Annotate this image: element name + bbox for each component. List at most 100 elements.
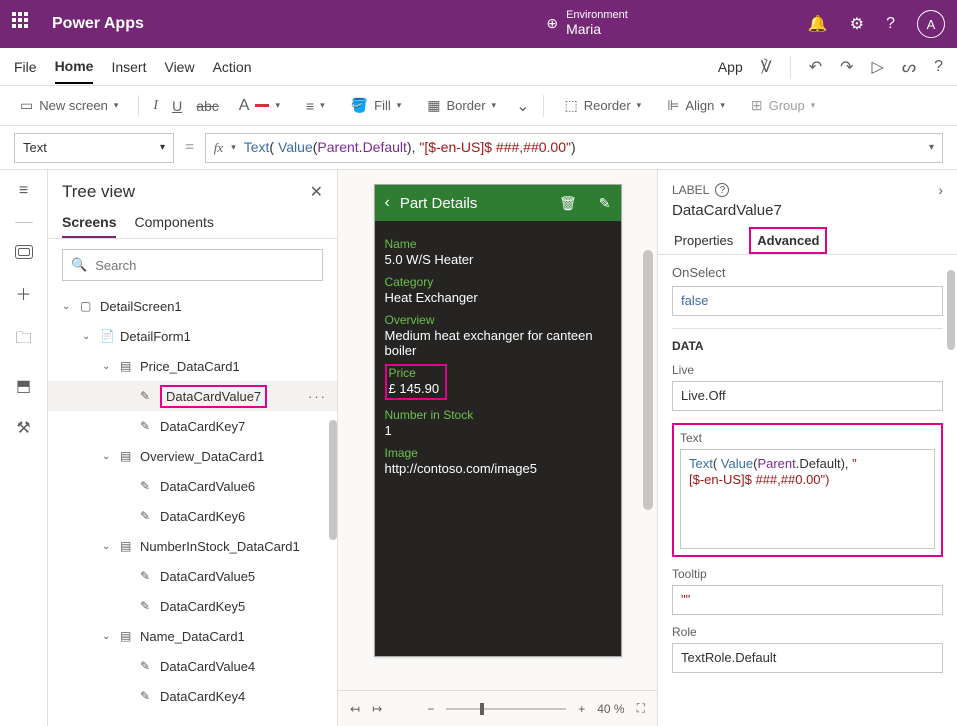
more-format-icon[interactable]: ⌄ [516, 96, 529, 116]
fill-button[interactable]: 🪣Fill▾ [345, 93, 408, 118]
italic-icon[interactable]: I [153, 98, 158, 114]
app-title: Power Apps [52, 15, 144, 33]
formula-input[interactable]: fx ▾ Text( Value(Parent.Default), "[$-en… [205, 133, 943, 163]
help-menu-icon[interactable]: ? [934, 58, 943, 76]
info-icon[interactable]: ? [715, 183, 729, 197]
canvas-scrollbar[interactable] [643, 250, 653, 510]
next-screen-icon[interactable]: ↦ [372, 702, 382, 716]
menu-view[interactable]: View [164, 51, 194, 83]
prev-screen-icon[interactable]: ↤ [350, 702, 360, 716]
prop-input-onselect[interactable]: false [672, 286, 943, 316]
edit-icon[interactable]: ✎ [599, 195, 611, 212]
reorder-button[interactable]: ⬚Reorder▾ [558, 93, 647, 118]
tree-list: ⌄▢DetailScreen1 ⌄📄DetailForm1 ⌄▤Price_Da… [48, 291, 337, 726]
undo-icon[interactable]: ↶ [809, 57, 822, 77]
field-value: £ 145.90 [389, 381, 440, 396]
zoom-value: 40 % [597, 702, 624, 716]
tree-view-title: Tree view [62, 182, 135, 202]
tree-search[interactable]: 🔍 [62, 249, 323, 281]
strike-icon[interactable]: abc [196, 98, 219, 114]
rail-media-icon[interactable]: ⬒ [16, 376, 31, 396]
rail-data-icon[interactable]: 🗀 [15, 327, 31, 354]
menu-insert[interactable]: Insert [111, 51, 146, 83]
new-screen-button[interactable]: ▭ New screen ▾ [14, 93, 124, 118]
tree-node-dcv4[interactable]: ✎DataCardValue4 [48, 651, 337, 681]
zoom-slider[interactable] [446, 708, 566, 710]
group-icon: ⊞ [751, 97, 763, 114]
share-icon[interactable]: ᔕ [902, 57, 916, 77]
app-checker-icon[interactable]: ℣ [761, 57, 772, 77]
field-value: Medium heat exchanger for canteen boiler [385, 328, 611, 358]
menu-home[interactable]: Home [55, 50, 94, 84]
underline-icon[interactable]: U [172, 98, 182, 114]
tree-node-dcv6[interactable]: ✎DataCardValue6 [48, 471, 337, 501]
tab-advanced[interactable]: Advanced [749, 227, 827, 254]
zoom-in-icon[interactable]: + [578, 702, 585, 716]
group-button[interactable]: ⊞Group▾ [745, 93, 821, 118]
tree-node-dck5[interactable]: ✎DataCardKey5 [48, 591, 337, 621]
tree-node-pricecard[interactable]: ⌄▤Price_DataCard1 [48, 351, 337, 381]
rail-tools-icon[interactable]: ⚒ [16, 418, 30, 438]
prop-label-tooltip: Tooltip [672, 567, 943, 581]
tree-node-dck6[interactable]: ✎DataCardKey6 [48, 501, 337, 531]
property-selector[interactable]: Text ▾ [14, 133, 174, 163]
tab-screens[interactable]: Screens [62, 208, 116, 238]
chevron-down-icon: ▾ [160, 142, 165, 153]
tree-scrollbar[interactable] [329, 420, 337, 540]
user-avatar[interactable]: A [917, 10, 945, 38]
tab-components[interactable]: Components [134, 208, 213, 238]
more-icon[interactable]: ··· [308, 389, 327, 404]
chevron-right-icon[interactable]: › [938, 182, 943, 198]
field-label: Price [389, 366, 440, 380]
tab-properties[interactable]: Properties [672, 227, 735, 254]
tree-node-dcv7[interactable]: ✎DataCardValue7··· [48, 381, 337, 411]
menu-bar: File Home Insert View Action App ℣ ↶ ↷ ▷… [0, 48, 957, 86]
prop-input-tooltip[interactable]: "" [672, 585, 943, 615]
props-scrollbar[interactable] [947, 270, 955, 350]
tree-node-dck4[interactable]: ✎DataCardKey4 [48, 681, 337, 711]
prop-input-role[interactable]: TextRole.Default [672, 643, 943, 673]
text-prop-highlight: Text Text( Value(Parent.Default), " [$-e… [672, 423, 943, 557]
tree-node-dck7[interactable]: ✎DataCardKey7 [48, 411, 337, 441]
control-type-label: LABEL [672, 183, 709, 197]
tree-node-namecard[interactable]: ⌄▤Name_DataCard1 [48, 621, 337, 651]
field-value: http://contoso.com/image5 [385, 461, 611, 476]
help-icon[interactable]: ? [886, 15, 895, 33]
phone-preview[interactable]: ‹ Part Details 🗑 ✎ Name 5.0 W/S Heater C… [374, 184, 622, 657]
redo-icon[interactable]: ↷ [840, 57, 853, 77]
play-icon[interactable]: ▷ [872, 57, 884, 77]
tree-node-overviewcard[interactable]: ⌄▤Overview_DataCard1 [48, 441, 337, 471]
notifications-icon[interactable]: 🔔 [808, 14, 828, 34]
back-icon[interactable]: ‹ [385, 194, 390, 212]
tree-node-detailform[interactable]: ⌄📄DetailForm1 [48, 321, 337, 351]
main-area: ≡ ＋ 🗀 ⬒ ⚒ Tree view ✕ Screens Components… [0, 170, 957, 726]
tree-node-dcv5[interactable]: ✎DataCardValue5 [48, 561, 337, 591]
new-screen-label: New screen [39, 98, 108, 113]
close-icon[interactable]: ✕ [310, 182, 323, 202]
prop-input-live[interactable]: Live.Off [672, 381, 943, 411]
align-text-button[interactable]: ≡▾ [300, 94, 331, 118]
tree-node-stockcard[interactable]: ⌄▤NumberInStock_DataCard1 [48, 531, 337, 561]
menu-action[interactable]: Action [213, 51, 252, 83]
app-launcher-icon[interactable] [12, 12, 36, 36]
equals-icon: = [184, 139, 195, 157]
tree-node-detailscreen[interactable]: ⌄▢DetailScreen1 [48, 291, 337, 321]
prop-input-text[interactable]: Text( Value(Parent.Default), " [$-en-US]… [680, 449, 935, 549]
menu-file[interactable]: File [14, 51, 37, 83]
settings-icon[interactable]: ⚙ [850, 14, 864, 34]
delete-icon[interactable]: 🗑 [559, 195, 577, 212]
environment-picker[interactable]: ⊕ Environment Maria [546, 10, 628, 38]
preview-title: Part Details [400, 195, 478, 212]
rail-insert-icon[interactable]: ＋ [15, 281, 31, 305]
chevron-down-icon[interactable]: ▾ [929, 142, 934, 153]
border-button[interactable]: ▦Border▾ [421, 93, 502, 118]
zoom-out-icon[interactable]: − [427, 702, 434, 716]
fit-icon[interactable]: ⛶ [637, 701, 645, 716]
rail-hamburger-icon[interactable]: ≡ [19, 182, 28, 200]
menu-app[interactable]: App [718, 51, 743, 83]
rail-tree-icon[interactable] [15, 245, 33, 259]
align-button[interactable]: ⊫Align▾ [661, 93, 731, 118]
field-label: Number in Stock [385, 408, 611, 422]
search-input[interactable] [95, 258, 314, 273]
font-color-button[interactable]: A▾ [233, 93, 286, 119]
